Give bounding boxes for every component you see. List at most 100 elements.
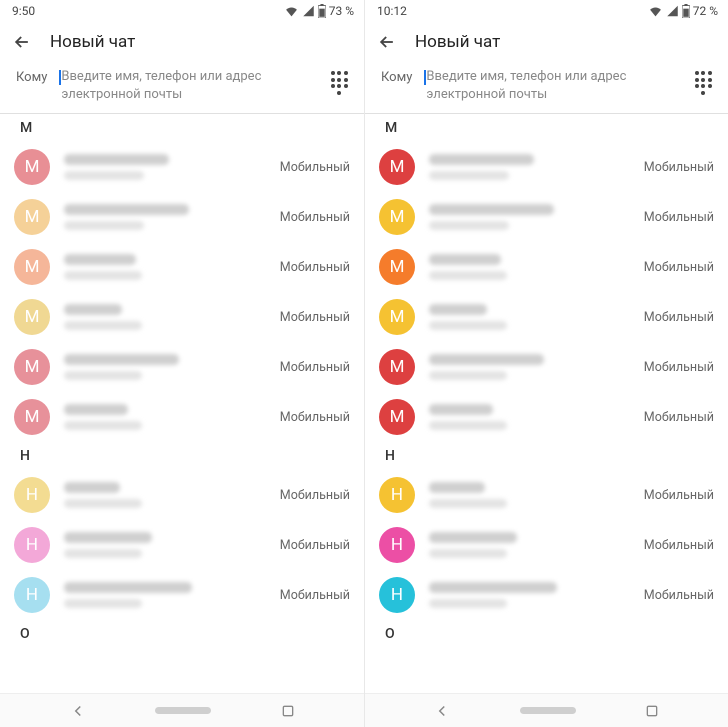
avatar: M (14, 249, 50, 285)
battery-text: 72 % (693, 4, 718, 18)
contact-info (64, 204, 266, 230)
contact-row[interactable]: MМобильный (0, 142, 364, 192)
battery-icon (318, 4, 326, 18)
back-icon[interactable] (12, 32, 32, 52)
nav-back-icon[interactable] (69, 702, 87, 720)
contact-info (429, 354, 630, 380)
wifi-icon (284, 5, 299, 17)
recipient-input[interactable]: Введите имя, телефон или адрес электронн… (426, 68, 678, 103)
contact-row[interactable]: H Мобильный (365, 470, 728, 520)
contact-type: Мобильный (280, 260, 350, 275)
contact-list[interactable]: MMМобильныйMМобильныйMМобильныйMМобильны… (0, 114, 364, 727)
avatar: M (14, 399, 50, 435)
contact-info (64, 254, 266, 280)
contact-info (64, 354, 266, 380)
contact-type: Мобильный (280, 588, 350, 603)
back-icon[interactable] (377, 32, 397, 52)
avatar: M (14, 299, 50, 335)
avatar: M (379, 249, 415, 285)
page-title: Новый чат (50, 32, 135, 52)
contact-info (429, 204, 630, 230)
contact-info (429, 482, 630, 508)
contact-row[interactable]: H Мобильный (365, 570, 728, 620)
contact-row[interactable]: MМобильный (365, 242, 728, 292)
contact-row[interactable]: M Мобильный (0, 342, 364, 392)
contact-info (64, 582, 266, 608)
contact-row[interactable]: M Мобильный (0, 392, 364, 442)
to-label: Кому (16, 68, 47, 85)
section-header: M (365, 114, 728, 142)
avatar: H (14, 527, 50, 563)
status-bar: 9:50 73 % (0, 0, 364, 22)
contact-info (429, 404, 630, 430)
contact-row[interactable]: HМобильный (0, 470, 364, 520)
status-time: 9:50 (12, 4, 35, 18)
dialpad-icon[interactable] (328, 72, 350, 94)
contact-info (429, 154, 630, 180)
contact-row[interactable]: M Мобильный (365, 192, 728, 242)
section-header: M (0, 114, 364, 142)
contact-type: Мобильный (280, 160, 350, 175)
contact-info (429, 254, 630, 280)
page-title: Новый чат (415, 32, 500, 52)
avatar: M (14, 349, 50, 385)
nav-back-icon[interactable] (433, 702, 451, 720)
nav-bar (0, 693, 364, 727)
contact-row[interactable]: MМобильный (365, 142, 728, 192)
contact-row[interactable]: MМобильный (365, 342, 728, 392)
contact-type: Мобильный (644, 410, 714, 425)
signal-icon (666, 5, 679, 17)
section-header: О (365, 620, 728, 648)
contact-row[interactable]: M Мобильный (0, 192, 364, 242)
contact-type: Мобильный (644, 588, 714, 603)
contact-row[interactable]: H Мобильный (0, 570, 364, 620)
status-right: 73 % (284, 4, 354, 18)
avatar: M (379, 149, 415, 185)
contact-info (64, 304, 266, 330)
contact-type: Мобильный (644, 310, 714, 325)
avatar: M (379, 299, 415, 335)
battery-text: 73 % (329, 4, 354, 18)
contact-list[interactable]: MMМобильныйMМобильныйMМобильныйMМобильны… (365, 114, 728, 727)
contact-row[interactable]: M Мобильный (0, 292, 364, 342)
battery-icon (682, 4, 690, 18)
recipient-row: Кому Введите имя, телефон или адрес элект… (0, 62, 364, 114)
contact-row[interactable]: M Мобильный (0, 242, 364, 292)
nav-recent-icon[interactable] (280, 703, 296, 719)
contact-type: Мобильный (280, 210, 350, 225)
recipient-input[interactable]: Введите имя, телефон или адрес электронн… (61, 68, 314, 103)
nav-home-pill[interactable] (155, 707, 211, 714)
status-time: 10:12 (377, 4, 407, 18)
avatar: H (14, 577, 50, 613)
contact-info (429, 582, 630, 608)
nav-home-pill[interactable] (520, 707, 576, 714)
header: Новый чат (0, 22, 364, 62)
contact-row[interactable]: M Мобильный (365, 292, 728, 342)
contact-type: Мобильный (280, 310, 350, 325)
contact-type: Мобильный (280, 410, 350, 425)
section-header: О (0, 620, 364, 648)
dialpad-icon[interactable] (692, 72, 714, 94)
contact-type: Мобильный (280, 488, 350, 503)
avatar: M (379, 199, 415, 235)
contact-info (429, 304, 630, 330)
contact-info (429, 532, 630, 558)
to-label: Кому (381, 68, 412, 85)
avatar: M (379, 349, 415, 385)
contact-info (64, 482, 266, 508)
avatar: H (379, 477, 415, 513)
status-right: 72 % (648, 4, 718, 18)
contact-info (64, 404, 266, 430)
contact-type: Мобильный (644, 210, 714, 225)
contact-row[interactable]: H Мобильный (0, 520, 364, 570)
section-header: Н (365, 442, 728, 470)
contact-type: Мобильный (644, 488, 714, 503)
contact-type: Мобильный (280, 360, 350, 375)
section-header: Н (0, 442, 364, 470)
contact-row[interactable]: HМобильный (365, 520, 728, 570)
avatar: H (379, 577, 415, 613)
nav-recent-icon[interactable] (644, 703, 660, 719)
avatar: M (14, 199, 50, 235)
contact-type: Мобильный (280, 538, 350, 553)
contact-row[interactable]: MМобильный (365, 392, 728, 442)
